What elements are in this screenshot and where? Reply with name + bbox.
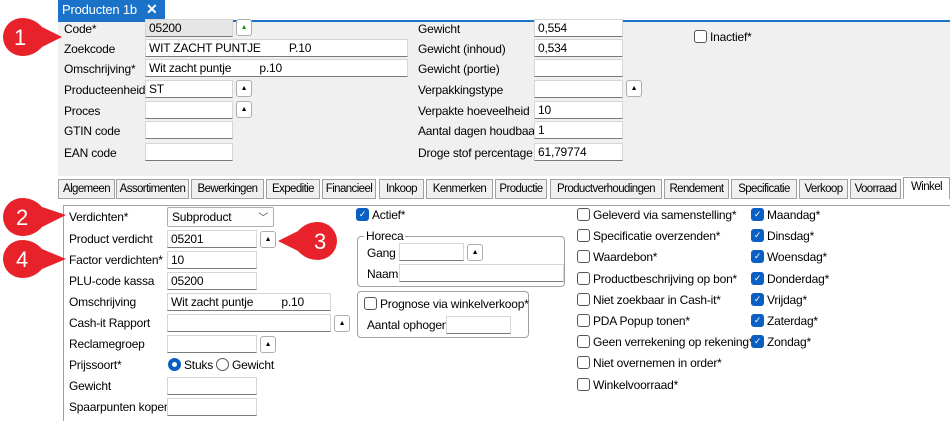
callout-3: 3 bbox=[278, 222, 337, 260]
svg-text:4: 4 bbox=[16, 247, 28, 272]
svg-text:3: 3 bbox=[314, 229, 326, 254]
svg-text:1: 1 bbox=[14, 25, 26, 50]
callout-4: 4 bbox=[3, 240, 66, 278]
callout-2: 2 bbox=[3, 198, 66, 236]
callout-layer: 1 2 3 4 bbox=[3, 18, 337, 278]
svg-text:2: 2 bbox=[16, 205, 28, 230]
callout-1: 1 bbox=[3, 18, 62, 56]
